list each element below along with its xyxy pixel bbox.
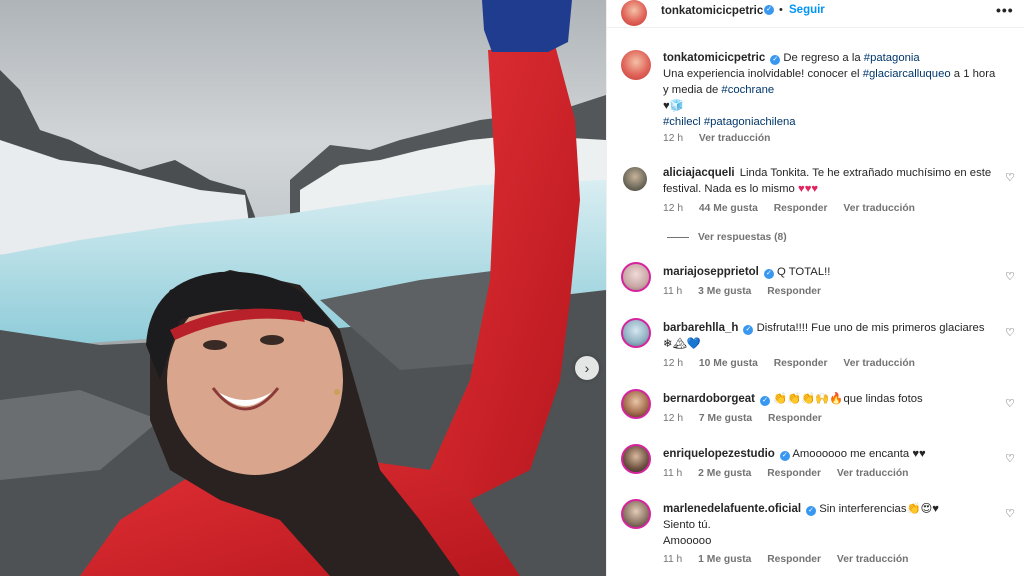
translate-link[interactable]: Ver traducción — [699, 133, 771, 144]
chevron-right-icon: › — [584, 360, 590, 376]
caption-text: tonkatomicicpetric ✓ De regreso a la #pat… — [663, 50, 997, 130]
next-photo-button[interactable]: › — [575, 356, 599, 380]
author-avatar[interactable] — [621, 50, 651, 80]
comment-time[interactable]: 12 h — [663, 358, 683, 369]
comment-emoji: 👏👏👏🙌🔥 — [773, 393, 844, 405]
like-heart-icon[interactable]: ♡ — [1005, 397, 1015, 410]
post-photo[interactable]: › — [0, 0, 606, 576]
author-avatar[interactable] — [621, 0, 647, 26]
comment-text: bernardoborgeat ✓ 👏👏👏🙌🔥que lindas fotos — [663, 391, 997, 407]
caption-line: Una experiencia inolvidable! conocer el — [663, 68, 860, 80]
commenter-username[interactable]: marlenedelafuente.oficial — [663, 503, 801, 515]
comment-body: Sin interferencias — [819, 503, 907, 515]
comment-emoji: 👏😍♥ — [906, 503, 940, 515]
verified-badge-icon: ✓ — [770, 55, 781, 65]
post-sidebar: tonkatomicicpetric ✓ • Seguir ••• tonkat… — [606, 0, 1024, 576]
caption-time[interactable]: 12 h — [663, 133, 683, 144]
separator-dot: • — [779, 4, 783, 16]
commenter-username[interactable]: barbarehlla_h — [663, 322, 738, 334]
follow-button[interactable]: Seguir — [789, 4, 825, 16]
like-heart-icon[interactable]: ♡ — [1005, 171, 1015, 184]
comment-time[interactable]: 12 h — [663, 203, 683, 214]
view-replies-button[interactable]: Ver respuestas (8) — [667, 232, 787, 243]
like-heart-icon[interactable]: ♡ — [1005, 452, 1015, 465]
reply-button[interactable]: Responder — [767, 554, 821, 565]
comment-likes[interactable]: 3 Me gusta — [698, 286, 751, 297]
comment-meta: 11 h 1 Me gusta Responder Ver traducción — [663, 554, 921, 565]
like-heart-icon[interactable]: ♡ — [1005, 270, 1015, 283]
photo-scene — [0, 0, 606, 576]
commenter-avatar[interactable] — [621, 444, 651, 474]
comment-body: Amoooooo me encanta — [792, 448, 910, 460]
hashtag-link[interactable]: #cochrane — [721, 84, 774, 96]
comment-body: Amooooo — [663, 535, 712, 547]
hashtag-link[interactable]: #patagonia — [864, 52, 920, 64]
comment-body: que lindas fotos — [843, 393, 923, 405]
comment-body: Siento tú. — [663, 519, 711, 531]
comment-text: aliciajacqueli Linda Tonkita. Te he extr… — [663, 165, 997, 197]
comment-time[interactable]: 11 h — [663, 286, 682, 297]
comment-text: marlenedelafuente.oficial ✓ Sin interfere… — [663, 501, 997, 549]
comment-emoji: ❄🏔💙 — [663, 338, 701, 350]
comment-body: Disfruta!!!! Fue uno de mis primeros gla… — [756, 322, 985, 334]
comment-time[interactable]: 11 h — [663, 554, 682, 565]
translate-link[interactable]: Ver traducción — [837, 554, 909, 565]
commenter-avatar[interactable] — [621, 318, 651, 348]
comment-text: mariajosepprietol ✓ Q TOTAL!! — [663, 264, 997, 280]
replies-line — [667, 236, 689, 238]
reply-button[interactable]: Responder — [767, 286, 821, 297]
translate-link[interactable]: Ver traducción — [843, 203, 915, 214]
verified-badge-icon: ✓ — [760, 396, 771, 406]
comment-likes[interactable]: 44 Me gusta — [699, 203, 758, 214]
comment-time[interactable]: 11 h — [663, 468, 682, 479]
more-options-icon[interactable]: ••• — [996, 2, 1014, 18]
verified-badge-icon: ✓ — [743, 325, 754, 335]
commenter-avatar[interactable] — [621, 389, 651, 419]
view-replies-label: Ver respuestas (8) — [698, 232, 787, 243]
verified-badge-icon: ✓ — [779, 451, 790, 461]
verified-badge-icon: ✓ — [764, 5, 774, 15]
commenter-username[interactable]: aliciajacqueli — [663, 167, 735, 179]
commenter-username[interactable]: mariajosepprietol — [663, 266, 759, 278]
verified-badge-icon: ✓ — [763, 269, 774, 279]
caption-emoji: ♥🧊 — [663, 100, 684, 112]
comment-meta: 12 h 10 Me gusta Responder Ver traducció… — [663, 358, 928, 369]
translate-link[interactable]: Ver traducción — [843, 358, 915, 369]
caption-meta: 12 h Ver traducción — [663, 133, 783, 144]
translate-link[interactable]: Ver traducción — [837, 468, 909, 479]
reply-button[interactable]: Responder — [774, 358, 828, 369]
comment-likes[interactable]: 10 Me gusta — [699, 358, 758, 369]
comment-meta: 12 h 44 Me gusta Responder Ver traducció… — [663, 203, 928, 214]
post-header: tonkatomicicpetric ✓ • Seguir ••• — [607, 0, 1024, 28]
like-heart-icon[interactable]: ♡ — [1005, 326, 1015, 339]
caption-username[interactable]: tonkatomicicpetric — [663, 52, 765, 64]
like-heart-icon[interactable]: ♡ — [1005, 507, 1015, 520]
comment-emoji: ♥♥♥ — [798, 183, 819, 195]
comment-likes[interactable]: 2 Me gusta — [698, 468, 751, 479]
commenter-avatar[interactable] — [621, 499, 651, 529]
comment-meta: 11 h 3 Me gusta Responder — [663, 286, 834, 297]
author-username[interactable]: tonkatomicicpetric — [661, 5, 763, 17]
caption-line: De regreso a la — [783, 52, 861, 64]
reply-button[interactable]: Responder — [767, 468, 821, 479]
commenter-avatar[interactable] — [621, 262, 651, 292]
commenter-username[interactable]: bernardoborgeat — [663, 393, 755, 405]
hashtag-link[interactable]: #glaciarcalluqueo — [863, 68, 951, 80]
hashtag-link[interactable]: #chilecl — [663, 116, 701, 128]
verified-badge-icon: ✓ — [806, 506, 817, 516]
commenter-username[interactable]: enriquelopezestudio — [663, 448, 775, 460]
reply-button[interactable]: Responder — [774, 203, 828, 214]
comment-likes[interactable]: 7 Me gusta — [699, 413, 752, 424]
reply-button[interactable]: Responder — [768, 413, 822, 424]
comment-text: enriquelopezestudio ✓ Amoooooo me encanta… — [663, 446, 997, 462]
comment-time[interactable]: 12 h — [663, 413, 683, 424]
comment-text: barbarehlla_h ✓ Disfruta!!!! Fue uno de m… — [663, 320, 997, 352]
commenter-avatar[interactable] — [623, 167, 647, 191]
comment-body: Q TOTAL!! — [777, 266, 831, 278]
comment-likes[interactable]: 1 Me gusta — [698, 554, 751, 565]
comment-meta: 11 h 2 Me gusta Responder Ver traducción — [663, 468, 921, 479]
hashtag-link[interactable]: #patagoniachilena — [704, 116, 796, 128]
comment-meta: 12 h 7 Me gusta Responder — [663, 413, 835, 424]
comment-emoji: ♥♥ — [912, 448, 926, 460]
